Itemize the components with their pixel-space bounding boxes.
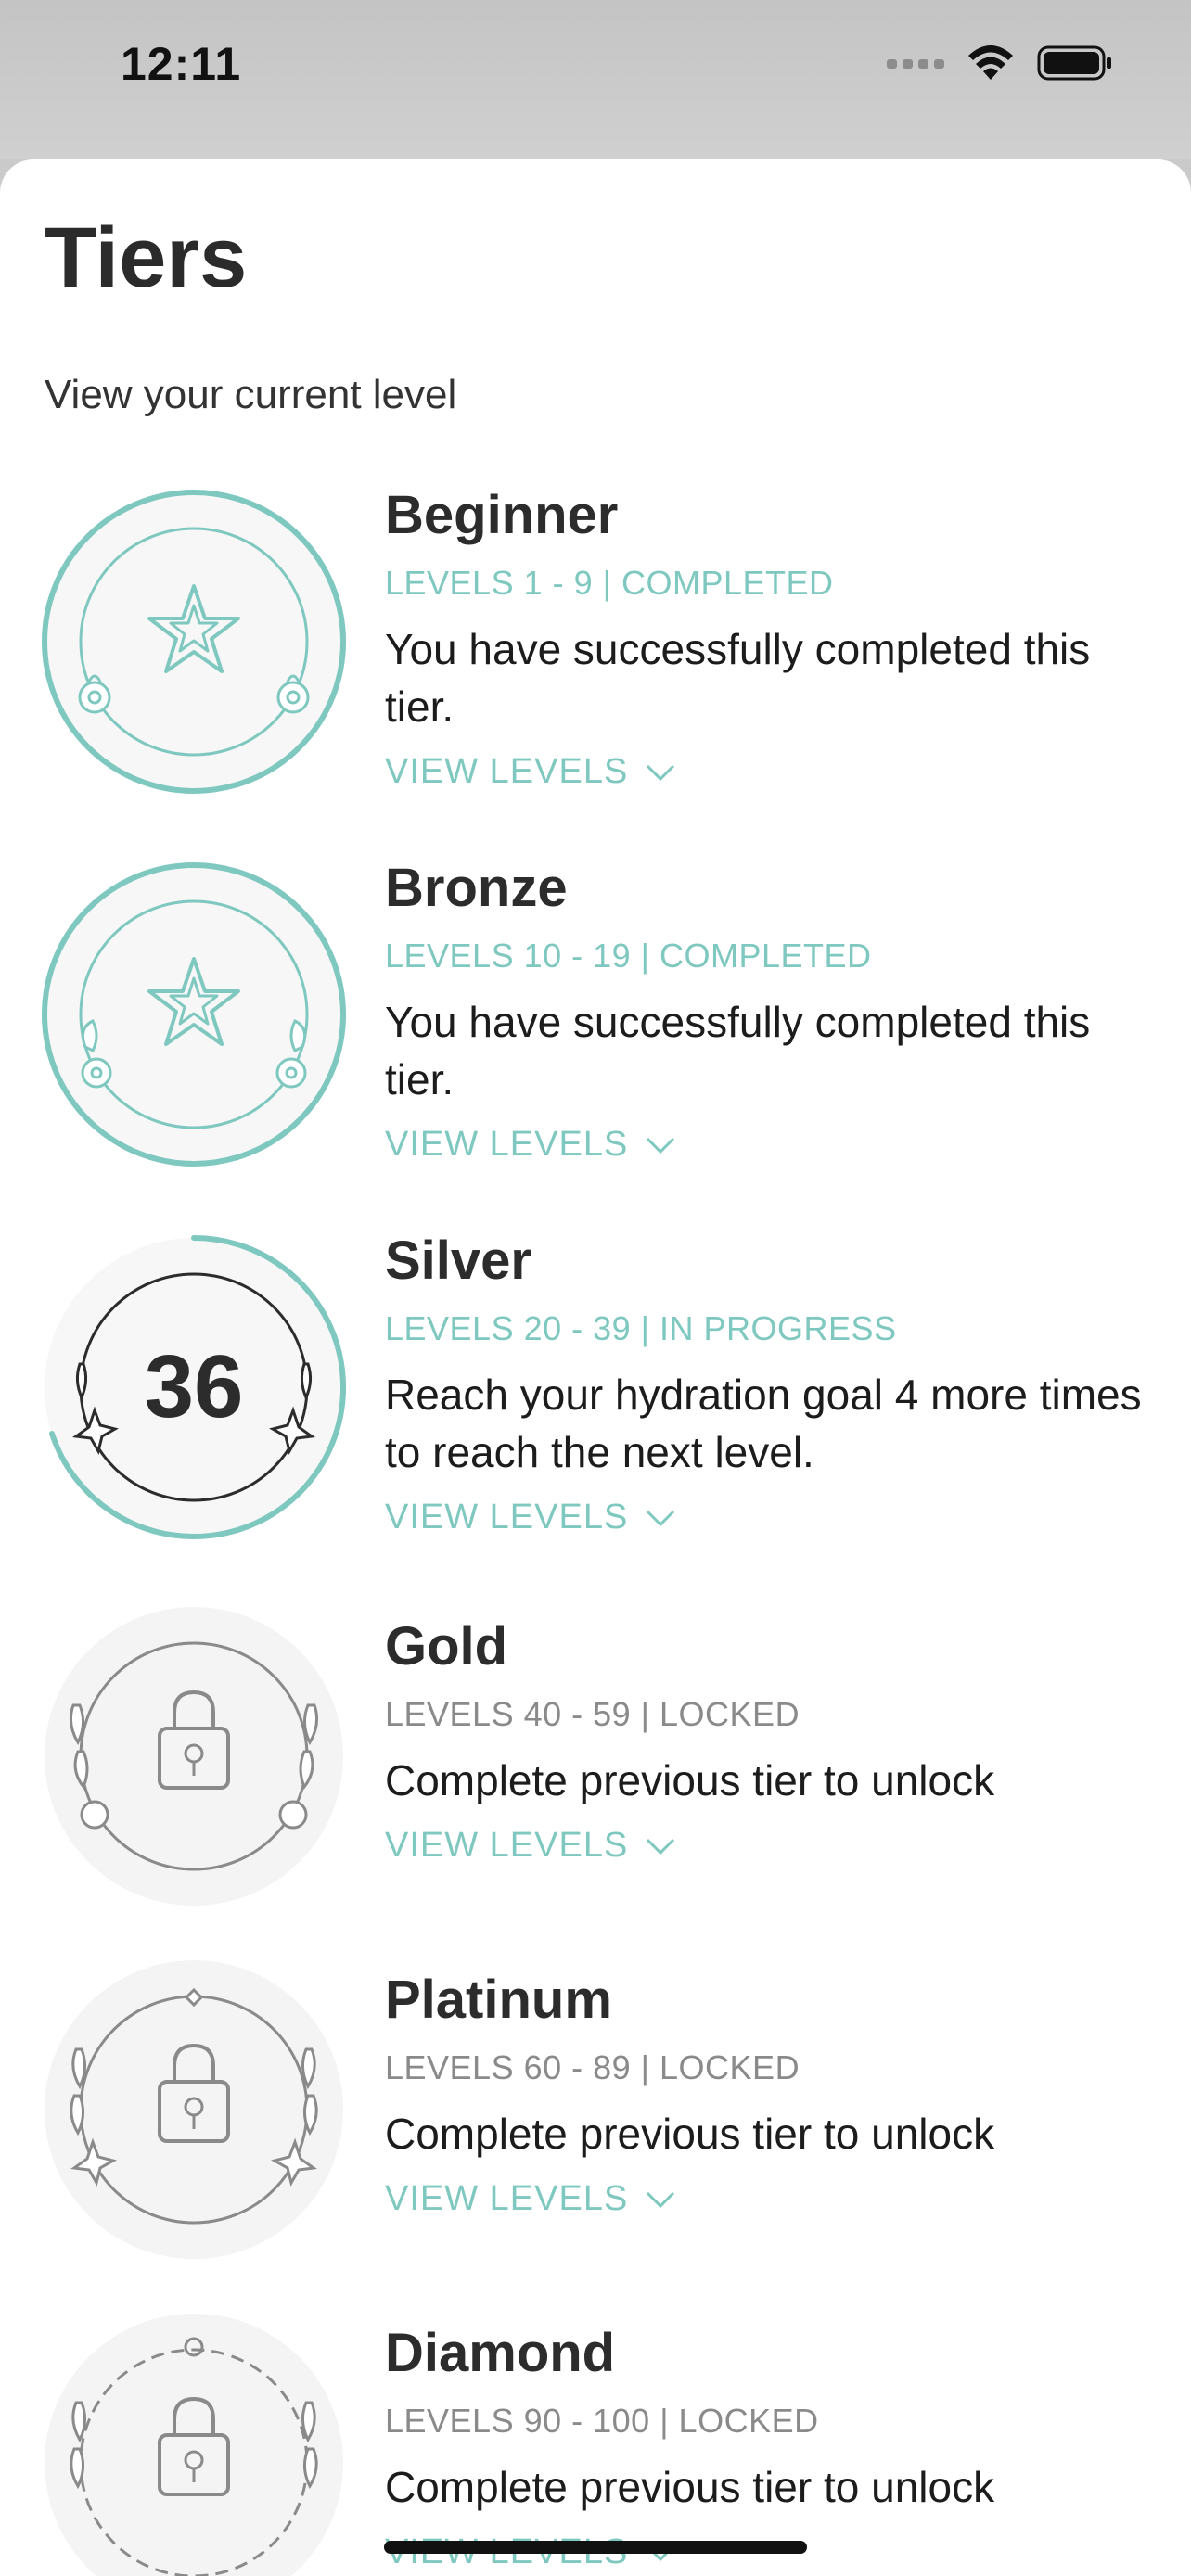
tier-description: You have successfully completed this tie…: [385, 625, 1091, 731]
chevron-down-icon: [647, 1510, 675, 1526]
view-levels-button[interactable]: VIEW LEVELS: [385, 1826, 1146, 1866]
view-levels-label: VIEW LEVELS: [385, 1125, 629, 1164]
status-bar: 12:11: [0, 0, 1191, 159]
beginner-badge-icon: [41, 489, 347, 795]
tier-description: Complete previous tier to unlock: [385, 2463, 995, 2511]
home-indicator[interactable]: [384, 2541, 807, 2554]
view-levels-label: VIEW LEVELS: [385, 1826, 629, 1865]
tier-description: You have successfully completed this tie…: [385, 998, 1091, 1103]
silver-badge-icon: 36: [41, 1234, 347, 1540]
battery-icon: [1037, 45, 1111, 81]
current-level-number: 36: [144, 1337, 244, 1436]
tier-levels-status: LEVELS 40 - 59 | LOCKED: [385, 1695, 800, 1733]
diamond-locked-badge-icon: [41, 2310, 347, 2576]
chevron-down-icon: [647, 2191, 675, 2208]
tier-name: Gold: [385, 1616, 508, 1677]
view-levels-label: VIEW LEVELS: [385, 2179, 629, 2218]
view-levels-button[interactable]: VIEW LEVELS: [385, 2179, 1146, 2219]
bronze-badge-icon: [41, 861, 347, 1167]
tier-name: Diamond: [385, 2323, 616, 2383]
wifi-icon: [968, 45, 1013, 80]
view-levels-button[interactable]: VIEW LEVELS: [385, 1498, 1146, 1537]
tier-levels-status: LEVELS 20 - 39 | IN PROGRESS: [385, 1309, 897, 1347]
tier-name: Beginner: [385, 485, 619, 545]
chevron-down-icon: [647, 1838, 675, 1855]
platinum-locked-badge-icon: [41, 1957, 347, 2263]
gold-locked-badge-icon: [41, 1603, 347, 1909]
tier-description: Reach your hydration goal 4 more times t…: [385, 1371, 1142, 1476]
tier-name: Silver: [385, 1231, 531, 1291]
tier-description: Complete previous tier to unlock: [385, 2110, 995, 2158]
signal-icon: [887, 59, 944, 69]
page-subtitle: View your current level: [45, 372, 457, 417]
page-title: Tiers: [45, 210, 248, 305]
view-levels-button[interactable]: VIEW LEVELS: [385, 752, 1146, 792]
tier-levels-status: LEVELS 90 - 100 | LOCKED: [385, 2402, 819, 2440]
status-icons: [887, 45, 1113, 82]
tier-levels-status: LEVELS 1 - 9 | COMPLETED: [385, 564, 834, 602]
tier-levels-status: LEVELS 60 - 89 | LOCKED: [385, 2048, 800, 2086]
tiers-sheet: Tiers View your current level Beginner L…: [0, 159, 1191, 2576]
view-levels-label: VIEW LEVELS: [385, 752, 629, 791]
tier-name: Bronze: [385, 858, 568, 918]
tier-name: Platinum: [385, 1970, 612, 2030]
chevron-down-icon: [647, 1137, 675, 1154]
tier-levels-status: LEVELS 10 - 19 | COMPLETED: [385, 937, 872, 975]
status-time: 12:11: [121, 38, 242, 90]
view-levels-button[interactable]: VIEW LEVELS: [385, 1125, 1146, 1165]
view-levels-label: VIEW LEVELS: [385, 1498, 629, 1537]
tier-description: Complete previous tier to unlock: [385, 1756, 995, 1804]
chevron-down-icon: [647, 764, 675, 781]
